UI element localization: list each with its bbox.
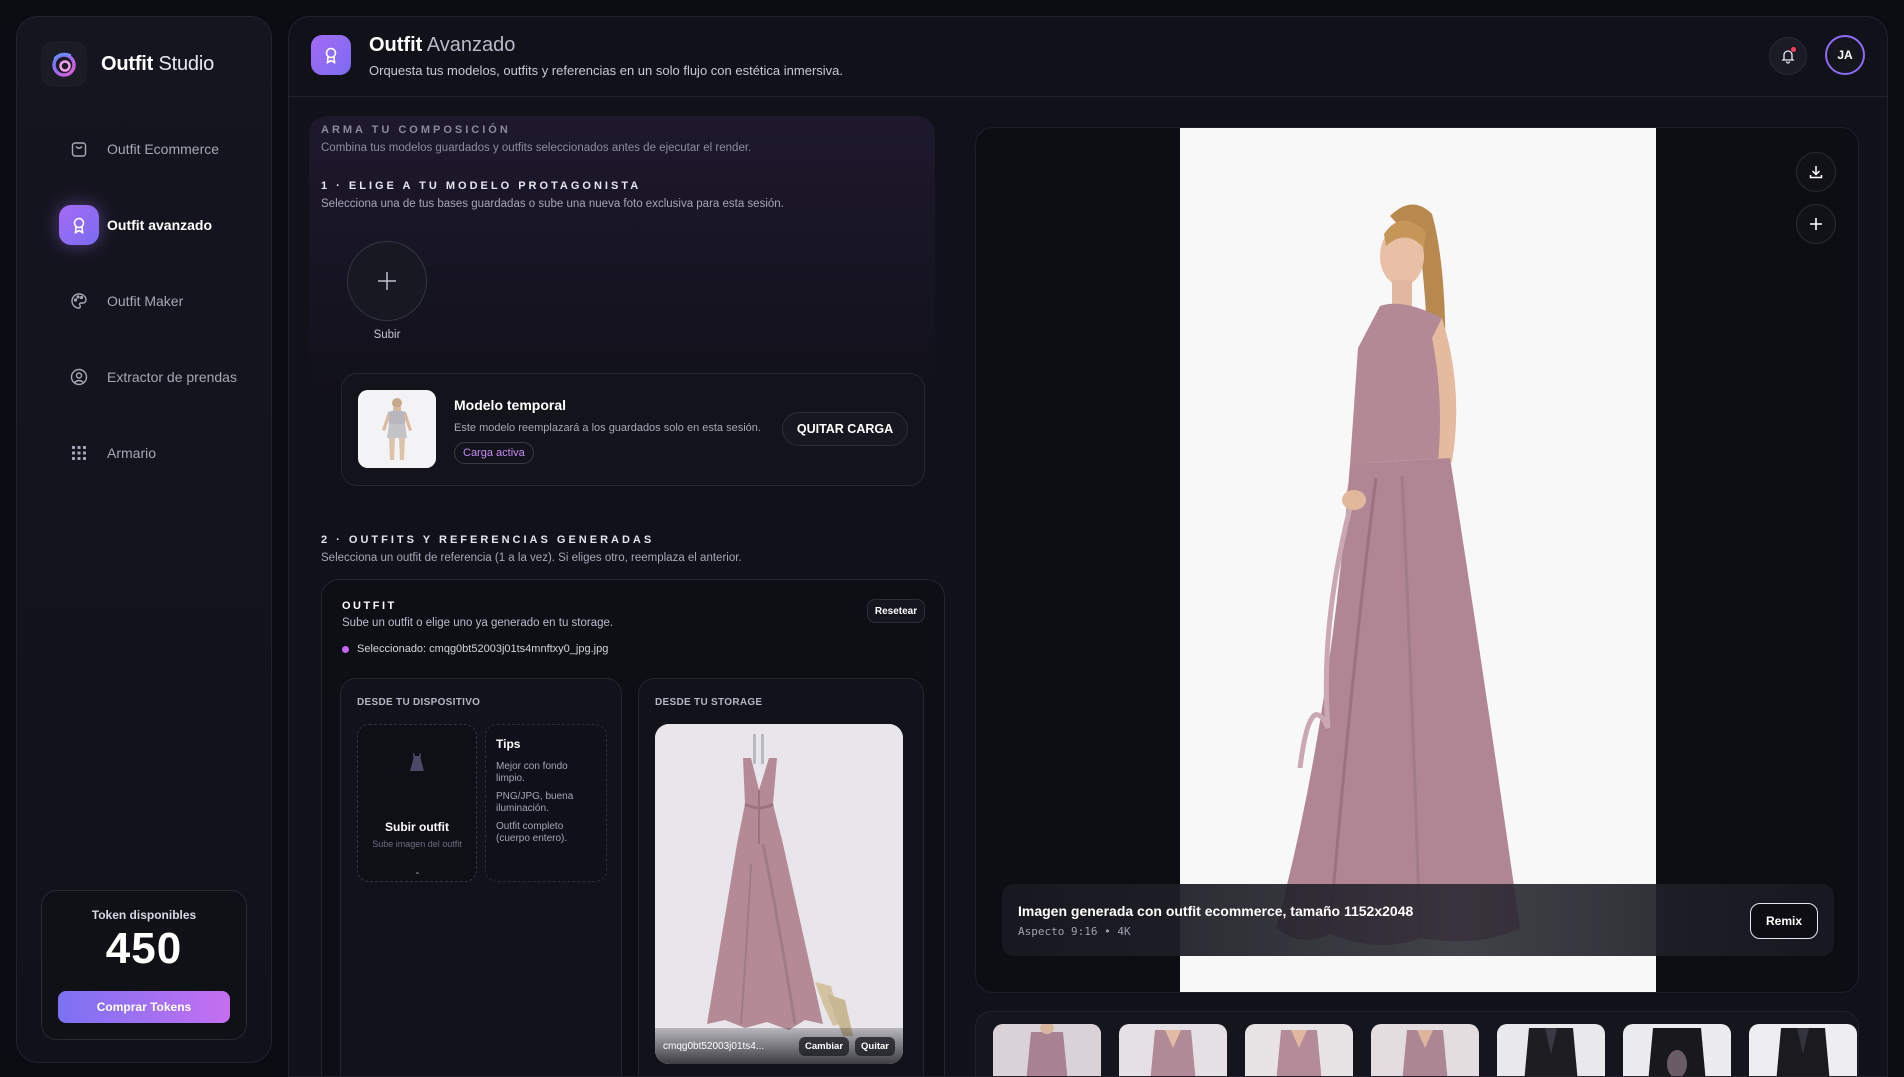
remix-button[interactable]: Remix xyxy=(1750,903,1818,939)
tip-item: Outfit completo (cuerpo entero). xyxy=(496,821,568,844)
sidebar-item-label: Outfit avanzado xyxy=(107,217,213,233)
device-kicker: DESDE TU DISPOSITIVO xyxy=(357,697,481,708)
sidebar-item-outfit-avanzado[interactable]: Outfit avanzado xyxy=(37,203,253,247)
temporary-model-title: Modelo temporal xyxy=(454,397,567,413)
upload-model-button[interactable] xyxy=(347,241,427,321)
tip-item: Mejor con fondo limpio. xyxy=(496,761,568,784)
page-subtitle: Orquesta tus modelos, outfits y referenc… xyxy=(369,63,844,78)
grid-icon xyxy=(69,443,89,463)
remove-outfit-button[interactable]: Quitar xyxy=(855,1036,895,1056)
history-thumbnail[interactable] xyxy=(1749,1024,1857,1076)
page-title: Outfit Avanzado xyxy=(369,34,516,56)
history-thumbnail[interactable] xyxy=(1119,1024,1227,1076)
outfit-kicker: OUTFIT xyxy=(342,600,397,612)
brand-logo-icon xyxy=(41,41,87,87)
user-circle-icon xyxy=(69,367,89,387)
change-outfit-button[interactable]: Cambiar xyxy=(799,1036,850,1056)
brand-name: Outfit Studio xyxy=(101,52,214,75)
step-1-description: Selecciona una de tus bases guardadas o … xyxy=(321,198,784,210)
step-1-title: 1 · ELIGE A TU MODELO PROTAGONISTA xyxy=(321,180,642,192)
history-thumbnail[interactable] xyxy=(1497,1024,1605,1076)
sidebar: Outfit Studio Outfit Ecommerce Outfit av… xyxy=(16,16,272,1063)
brand[interactable]: Outfit Studio xyxy=(41,41,214,87)
storage-outfit-image[interactable]: cmqg0bt52003j01ts4... Cambiar Quitar xyxy=(655,724,903,1064)
composition-kicker: ARMA TU COMPOSICIÓN xyxy=(321,124,511,136)
notification-dot xyxy=(1791,47,1796,52)
page-header: Outfit Avanzado Orquesta tus modelos, ou… xyxy=(289,17,1887,97)
sidebar-item-armario[interactable]: Armario xyxy=(37,431,253,475)
active-load-badge: Carga activa xyxy=(454,442,534,464)
dress-icon xyxy=(410,753,424,771)
tips-title: Tips xyxy=(496,737,521,751)
download-icon xyxy=(1809,166,1823,179)
add-button[interactable] xyxy=(1796,204,1836,244)
sidebar-item-outfit-ecommerce[interactable]: Outfit Ecommerce xyxy=(37,127,253,171)
composition-panel: ARMA TU COMPOSICIÓN Combina tus modelos … xyxy=(289,98,949,1076)
plus-icon xyxy=(378,272,396,290)
reset-button[interactable]: Resetear xyxy=(867,599,925,623)
caption-title: Imagen generada con outfit ecommerce, ta… xyxy=(1018,903,1414,919)
tips-box: Tips Mejor con fondo limpio. PNG/JPG, bu… xyxy=(485,724,607,882)
plus-icon xyxy=(1810,218,1822,230)
history-thumbnail[interactable] xyxy=(1371,1024,1479,1076)
render-preview: Imagen generada con outfit ecommerce, ta… xyxy=(975,127,1859,993)
remove-load-button[interactable]: QUITAR CARGA xyxy=(782,412,908,446)
sidebar-item-label: Outfit Ecommerce xyxy=(107,141,220,157)
upload-outfit-title: Subir outfit xyxy=(385,820,449,834)
render-caption: Imagen generada con outfit ecommerce, ta… xyxy=(1002,884,1834,956)
sidebar-item-label: Extractor de prendas xyxy=(107,369,237,385)
award-icon xyxy=(59,205,99,245)
sidebar-item-outfit-maker[interactable]: Outfit Maker xyxy=(37,279,253,323)
token-label: Token disponibles xyxy=(91,908,197,922)
outfit-dropzone[interactable]: Subir outfit Sube imagen del outfit ⌃ xyxy=(357,724,477,882)
upload-outfit-subtitle: Sube imagen del outfit xyxy=(372,839,462,849)
composition-description: Combina tus modelos guardados y outfits … xyxy=(321,142,752,154)
upload-model-label: Subir xyxy=(373,329,401,341)
generated-image[interactable] xyxy=(1180,128,1656,992)
tip-item: PNG/JPG, buena iluminación. xyxy=(496,791,574,814)
storage-kicker: DESDE TU STORAGE xyxy=(655,697,763,708)
step-2-title: 2 · OUTFITS Y REFERENCIAS GENERADAS xyxy=(321,534,655,546)
chevron-up-icon: ⌃ xyxy=(414,871,421,880)
download-button[interactable] xyxy=(1796,152,1836,192)
history-thumbnail[interactable] xyxy=(993,1024,1101,1076)
history-thumbnail[interactable] xyxy=(1245,1024,1353,1076)
avatar[interactable]: JA xyxy=(1825,35,1865,75)
palette-icon xyxy=(69,291,89,311)
sidebar-nav: Outfit Ecommerce Outfit avanzado Outfit … xyxy=(37,127,253,507)
outfit-description: Sube un outfit o elige uno ya generado e… xyxy=(342,617,614,629)
history-thumbnail[interactable] xyxy=(1623,1024,1731,1076)
temporary-model-description: Este modelo reemplazará a los guardados … xyxy=(454,422,761,434)
outfit-card: OUTFIT Sube un outfit o elige uno ya gen… xyxy=(321,579,945,1076)
token-balance-card: Token disponibles 450 Comprar Tokens xyxy=(41,890,247,1040)
bag-icon xyxy=(69,139,89,159)
buy-tokens-button[interactable]: Comprar Tokens xyxy=(58,991,230,1023)
selected-outfit: Seleccionado: cmqg0bt52003j01ts4mnftxy0_… xyxy=(342,643,608,655)
sidebar-item-label: Armario xyxy=(107,445,157,461)
sidebar-item-extractor-de-prendas[interactable]: Extractor de prendas xyxy=(37,355,253,399)
selected-outfit-label: Seleccionado: cmqg0bt52003j01ts4mnftxy0_… xyxy=(357,643,609,655)
storage-image-toolbar: cmqg0bt52003j01ts4... Cambiar Quitar xyxy=(655,1028,903,1064)
device-upload-card: DESDE TU DISPOSITIVO Subir outfit Sube i… xyxy=(340,678,622,1076)
token-count: 450 xyxy=(105,924,183,973)
main-panel: Outfit Avanzado Orquesta tus modelos, ou… xyxy=(288,16,1888,1077)
temporary-model-image[interactable] xyxy=(358,390,436,468)
award-icon xyxy=(311,35,351,75)
step-2-description: Selecciona un outfit de referencia (1 a … xyxy=(321,552,742,564)
history-thumbnails xyxy=(975,1011,1859,1076)
notifications-button[interactable] xyxy=(1769,37,1807,75)
sidebar-item-label: Outfit Maker xyxy=(107,293,184,309)
selected-dot-icon xyxy=(342,645,349,653)
caption-meta: Aspecto 9:16 • 4K xyxy=(1018,925,1131,938)
temporary-model-card: Modelo temporal Este modelo reemplazará … xyxy=(341,373,925,486)
storage-card: DESDE TU STORAGE cmqg0bt52003j01ts4... C… xyxy=(638,678,924,1076)
storage-filename: cmqg0bt52003j01ts4... xyxy=(663,1040,765,1052)
